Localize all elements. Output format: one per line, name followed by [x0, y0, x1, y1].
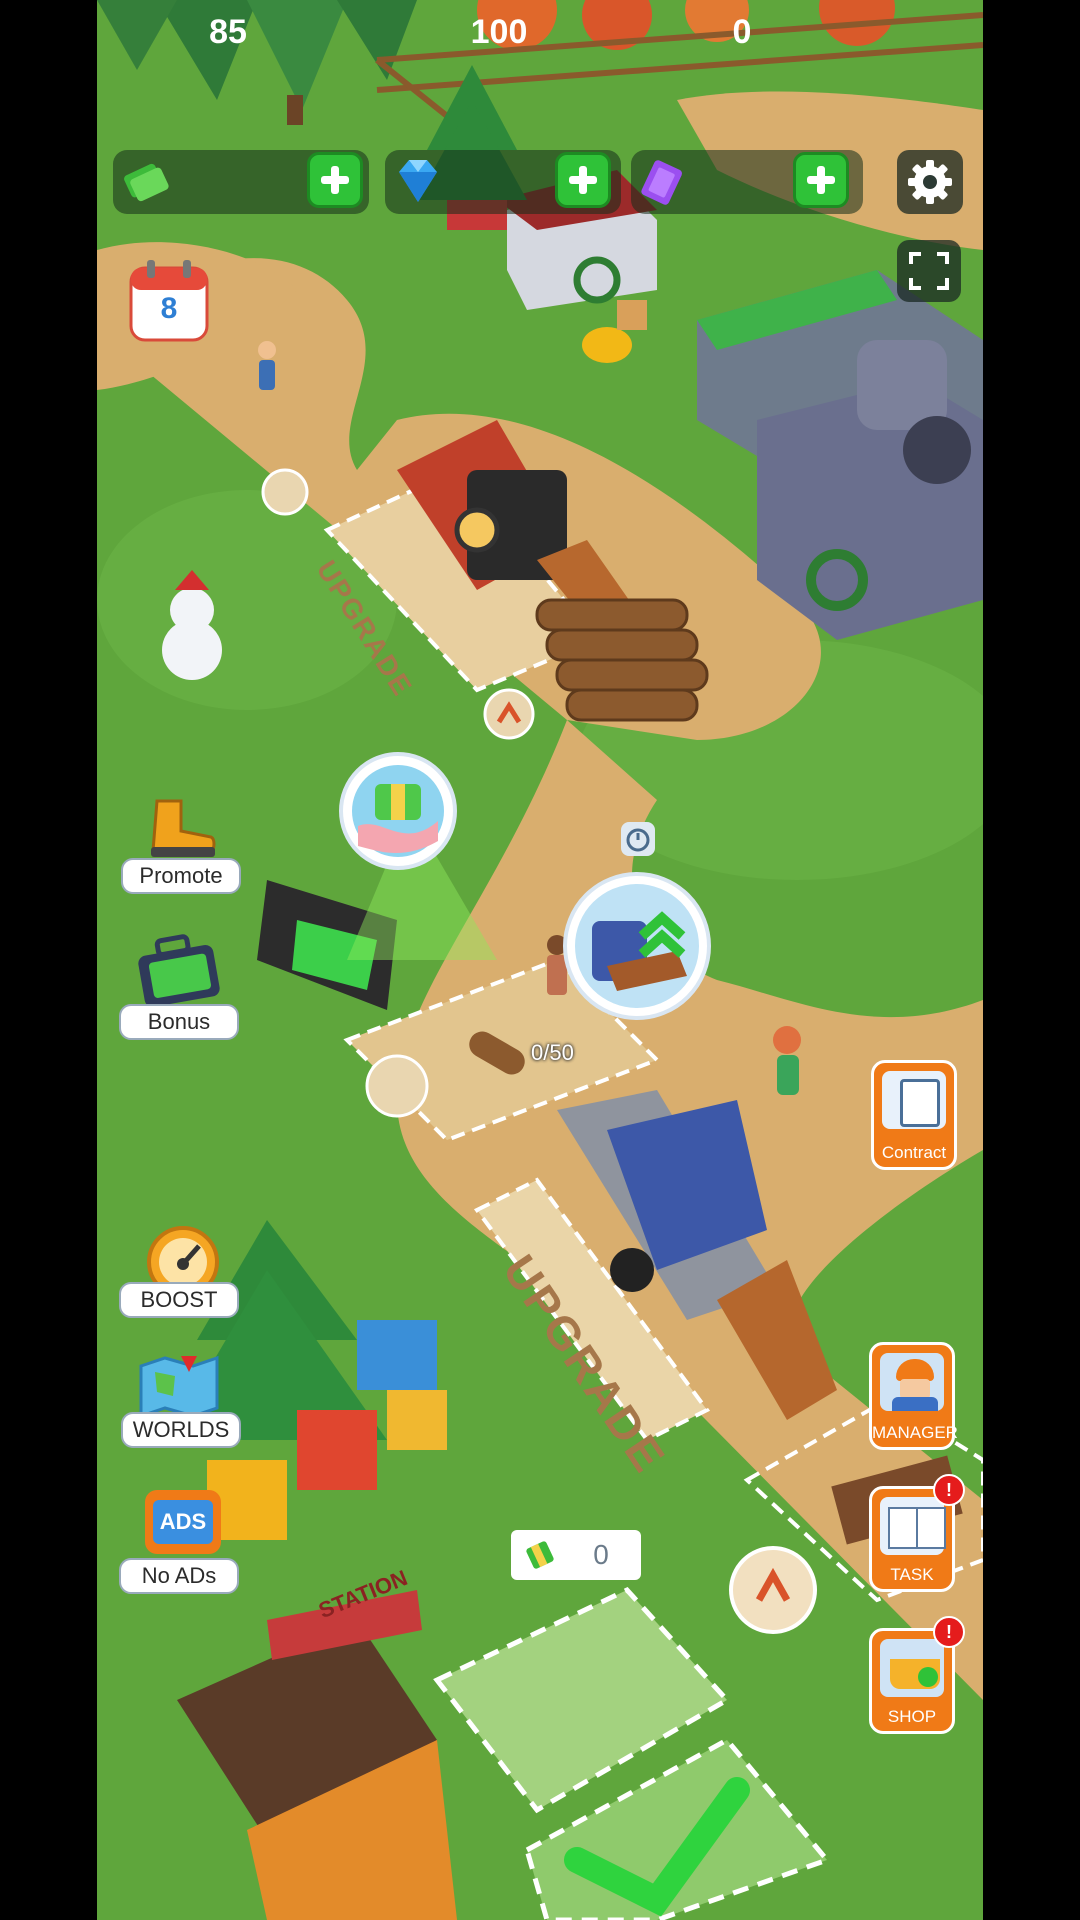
bonus-button[interactable]	[133, 930, 225, 1007]
cash-stack-icon	[121, 158, 169, 206]
shop-label: SHOP	[887, 1707, 937, 1726]
add-gems-button[interactable]	[555, 152, 611, 208]
promote-button[interactable]	[135, 795, 219, 861]
gems-value: 100	[470, 13, 528, 51]
expand-icon	[909, 252, 949, 290]
boost-label[interactable]: BOOST	[119, 1282, 239, 1318]
diamond-icon	[391, 156, 445, 206]
task-book-icon	[880, 1497, 946, 1555]
ads-icon-text: ADS	[153, 1500, 213, 1544]
world-map-icon	[139, 1355, 219, 1419]
clipboard-icon	[882, 1071, 946, 1129]
game-viewport[interactable]: 85 100 0 8 UPGRADE UPGRADE 0/50 STATION …	[97, 0, 983, 1920]
walking-worker	[258, 341, 276, 390]
timer-icon	[621, 822, 655, 856]
add-cash-button[interactable]	[307, 152, 363, 208]
tv-ads-icon: ADS	[145, 1490, 221, 1554]
shop-alert-badge: !	[933, 1616, 965, 1648]
contract-label: Contract	[881, 1143, 947, 1162]
shop-basket-icon	[880, 1639, 944, 1697]
add-tickets-button[interactable]	[793, 152, 849, 208]
daily-calendar-button[interactable]: 8	[127, 258, 211, 344]
manager-button[interactable]: MANAGER	[869, 1342, 958, 1450]
world-scene	[97, 0, 983, 1920]
collect-cash-bubble[interactable]	[339, 752, 457, 870]
build-cost-box: 0	[511, 1530, 641, 1580]
purple-ticket-icon	[637, 156, 689, 208]
fullscreen-button[interactable]	[897, 240, 961, 302]
task-alert-badge: !	[933, 1474, 965, 1506]
calendar-day: 8	[160, 292, 178, 325]
gear-icon	[908, 160, 952, 204]
settings-button[interactable]	[897, 150, 963, 214]
promote-label[interactable]: Promote	[121, 858, 241, 894]
cash-hand-icon	[352, 765, 444, 857]
no-ads-button[interactable]: ADS	[145, 1484, 221, 1556]
manager-label: MANAGER	[872, 1423, 958, 1442]
cash-briefcase-icon	[138, 934, 220, 1007]
conveyor-upgrade-icon	[575, 884, 699, 1008]
worker-girl	[773, 1026, 801, 1095]
worlds-label[interactable]: WORLDS	[121, 1412, 241, 1448]
bonus-label[interactable]: Bonus	[119, 1004, 239, 1040]
cash-icon	[526, 1541, 554, 1569]
contract-button[interactable]: Contract	[871, 1060, 957, 1170]
log-counter: 0/50	[531, 1040, 574, 1065]
upgrade-machine-bubble[interactable]	[563, 872, 711, 1020]
cash-value: 85	[209, 13, 247, 51]
boot-icon	[151, 799, 216, 857]
manager-worker-icon	[880, 1353, 944, 1411]
no-ads-label[interactable]: No ADs	[119, 1558, 239, 1594]
worlds-button[interactable]	[135, 1352, 223, 1419]
task-label: TASK	[890, 1565, 934, 1584]
tickets-value: 0	[732, 13, 752, 51]
build-cost-value: 0	[593, 1539, 609, 1570]
